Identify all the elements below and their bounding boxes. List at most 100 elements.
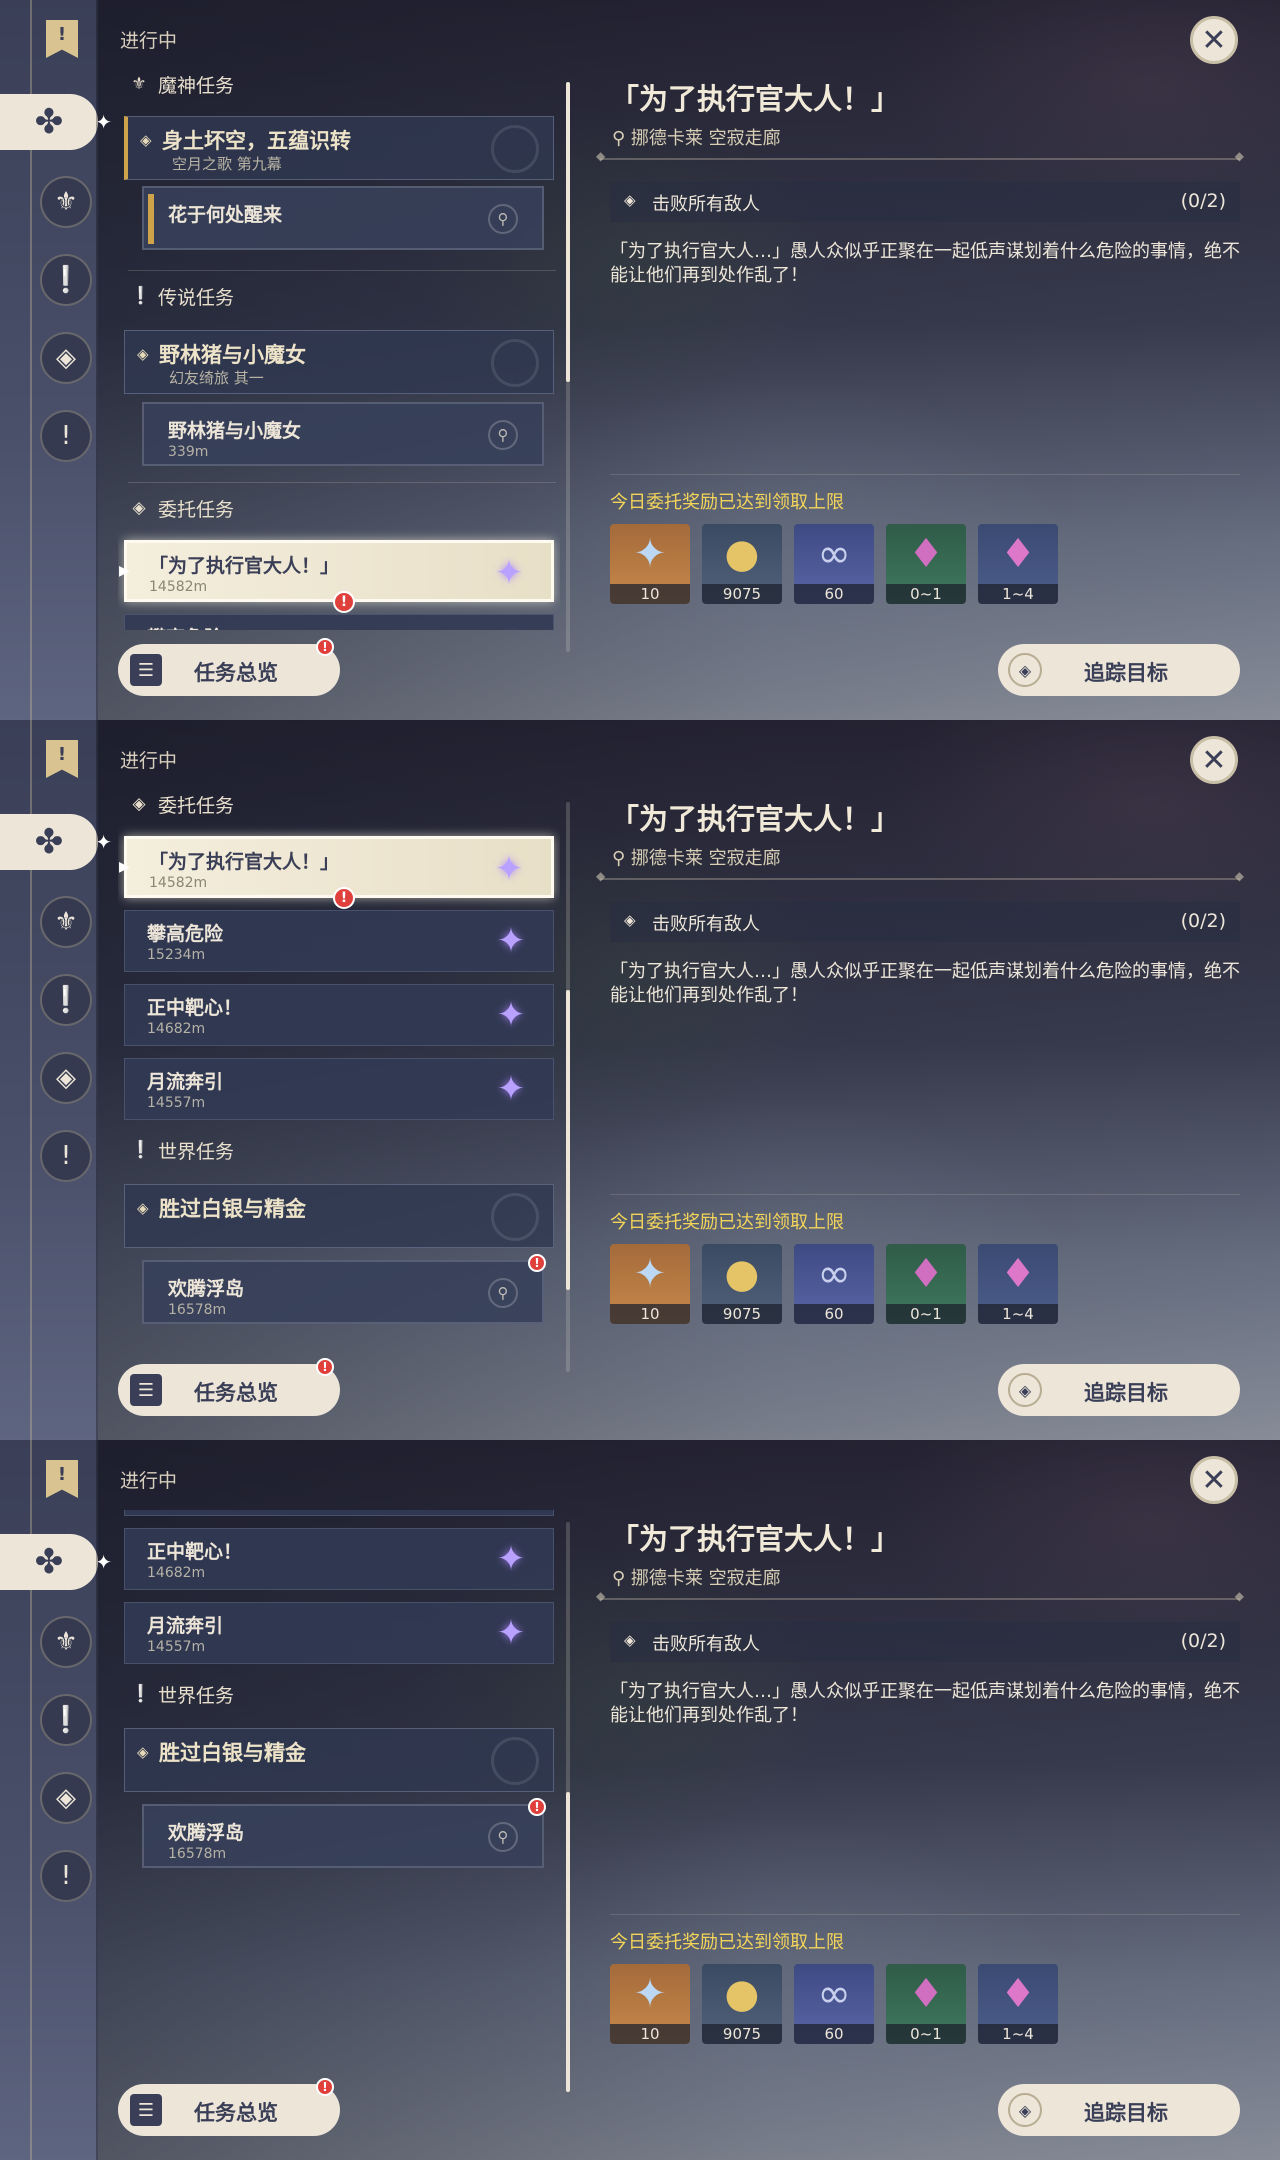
rail-tab-commission[interactable]: ✤ bbox=[0, 1534, 112, 1590]
reward-item[interactable]: ♦ 1~4 bbox=[978, 524, 1058, 604]
scrollbar-thumb[interactable] bbox=[566, 1792, 570, 2092]
track-target-button[interactable]: ◈ 追踪目标 bbox=[998, 644, 1240, 696]
rail-tab-event[interactable]: ! bbox=[40, 1850, 92, 1902]
journal-icon: ☰ bbox=[130, 654, 162, 686]
quest-screen: ! ✤ ⚜ ❕ ◈ ! 进行中 ⚜魔神任务 ◈ 身土坏空，五蕴识转 空月之歌 第… bbox=[0, 1440, 1280, 2160]
rail-tab-archon[interactable]: ⚜ bbox=[40, 1616, 92, 1668]
commission-item-selected[interactable]: ▶ 「为了执行官大人！」 14582m ✦ ! bbox=[119, 540, 554, 613]
reward-item[interactable]: ● 9075 bbox=[702, 1244, 782, 1324]
close-button[interactable]: ✕ bbox=[1190, 1456, 1238, 1504]
scrollbar-thumb[interactable] bbox=[566, 990, 570, 1290]
reward-limit-note: 今日委托奖励已达到领取上限 bbox=[610, 1212, 844, 1233]
commission-item[interactable]: 月流奔引 14557m ✦ bbox=[124, 1602, 554, 1664]
reward-item[interactable]: ♦ 1~4 bbox=[978, 1244, 1058, 1324]
quest-list-scrollbar[interactable] bbox=[566, 802, 570, 1372]
quest-diamond-icon: ◈ bbox=[137, 1743, 149, 1761]
reward-item[interactable]: ● 9075 bbox=[702, 1964, 782, 2044]
quest-overview-button[interactable]: ☰ 任务总览 ! bbox=[118, 1358, 340, 1416]
journal-icon: ☰ bbox=[130, 2094, 162, 2126]
rail-tab-archon[interactable]: ⚜ bbox=[40, 176, 92, 228]
crystal-green-icon: ♦ bbox=[908, 1251, 944, 1297]
category-legend: ❕ 传说任务 bbox=[130, 286, 235, 309]
track-target-button[interactable]: ◈ 追踪目标 bbox=[998, 2084, 1240, 2136]
rail-tab-event[interactable]: ! bbox=[40, 1130, 92, 1182]
location-pin-icon[interactable]: ⚲ bbox=[488, 204, 518, 234]
rail-tab-legend[interactable]: ❕ bbox=[40, 254, 92, 306]
detail-location: ⚲ 挪德卡莱 空寂走廊 bbox=[612, 848, 781, 869]
commission-item[interactable]: 月流奔引 14557m ✦ bbox=[124, 1058, 554, 1120]
scrollbar-thumb[interactable] bbox=[566, 82, 570, 382]
legend-quest-header[interactable]: ◈ 野林猪与小魔女 幻友绮旅 其一 bbox=[124, 330, 554, 394]
detail-location: ⚲ 挪德卡莱 空寂走廊 bbox=[612, 128, 781, 149]
reward-item[interactable]: ♦ 0~1 bbox=[886, 524, 966, 604]
reward-item[interactable]: ∞ 60 bbox=[794, 524, 874, 604]
world-quest-step[interactable]: 欢腾浮岛 16578m ⚲ ! bbox=[142, 1798, 546, 1868]
legend-quest-icon: ❕ bbox=[49, 265, 83, 295]
in-progress-label: 进行中 bbox=[120, 30, 178, 52]
quest-list-scrollbar[interactable] bbox=[566, 1522, 570, 2092]
commission-item[interactable]: 攀高危险 15234m ✦ bbox=[124, 910, 554, 972]
world-quest-header[interactable]: ◈ 胜过白银与精金 bbox=[124, 1184, 554, 1248]
commission-item[interactable]: 正中靶心！ 14682m ✦ bbox=[124, 1528, 554, 1590]
reward-item[interactable]: ✦ 10 bbox=[610, 524, 690, 604]
objective-diamond-icon: ◈ bbox=[624, 911, 636, 929]
rail-tab-world[interactable]: ◈ bbox=[40, 332, 92, 384]
location-pin-icon[interactable]: ⚲ bbox=[488, 1822, 518, 1852]
world-quest-header[interactable]: ◈ 胜过白银与精金 bbox=[124, 1728, 554, 1792]
rail-tab-commission[interactable]: ✤ bbox=[0, 814, 112, 870]
objective-progress: (0/2) bbox=[1180, 910, 1226, 932]
legend-quest-step[interactable]: 野林猪与小魔女 339m ⚲ bbox=[142, 402, 544, 466]
reward-item[interactable]: ♦ 1~4 bbox=[978, 1964, 1058, 2044]
commission-item-selected[interactable]: ▶ 「为了执行官大人！」 14582m ✦ ! bbox=[119, 836, 554, 909]
quest-overview-button[interactable]: ☰ 任务总览 ! bbox=[118, 2078, 340, 2136]
reward-item[interactable]: ♦ 0~1 bbox=[886, 1244, 966, 1324]
archon-quest-step[interactable]: 花于何处醒来 ⚲ bbox=[142, 186, 544, 250]
quest-screen: ! ✤ ⚜ ❕ ◈ ! 进行中 ⚜魔神任务 ◈ 身土坏空，五蕴识转 空月之歌 第… bbox=[0, 0, 1280, 720]
commission-item[interactable]: 攀高危险 15234m ✦ bbox=[124, 614, 554, 630]
reward-item[interactable]: ✦ 10 bbox=[610, 1964, 690, 2044]
companionship-exp-icon: ∞ bbox=[817, 1971, 851, 2017]
quest-list: ⚜魔神任务 ◈ 身土坏空，五蕴识转 空月之歌 第九幕 花于何处醒来 ⚲ ❕传说任… bbox=[118, 1510, 560, 2070]
watermark-emblem-icon bbox=[491, 1737, 539, 1785]
rail-tab-world[interactable]: ◈ bbox=[40, 1772, 92, 1824]
commission-star-icon: ✦ bbox=[496, 1613, 526, 1653]
rail-tab-world[interactable]: ◈ bbox=[40, 1052, 92, 1104]
archon-quest-icon: ⚜ bbox=[54, 187, 78, 217]
reward-item[interactable]: ♦ 0~1 bbox=[886, 1964, 966, 2044]
commission-icon: ✤ bbox=[34, 1542, 64, 1582]
quest-type-rail: ! ✤ ⚜ ❕ ◈ ! bbox=[0, 0, 112, 720]
category-archon: ⚜ 魔神任务 bbox=[131, 74, 235, 97]
reward-item[interactable]: ∞ 60 bbox=[794, 1244, 874, 1324]
location-pin-icon[interactable]: ⚲ bbox=[488, 420, 518, 450]
quest-type-rail: ! ✤ ⚜ ❕ ◈ ! bbox=[0, 720, 112, 1440]
rail-tab-event[interactable]: ! bbox=[40, 410, 92, 462]
commission-item[interactable]: 攀高危险 15234m ✦ bbox=[124, 1510, 554, 1516]
world-quest-step[interactable]: 欢腾浮岛 16578m ⚲ ! bbox=[142, 1254, 546, 1324]
commission-item[interactable]: 正中靶心！ 14682m ✦ bbox=[124, 984, 554, 1046]
objective-diamond-icon: ◈ bbox=[624, 1631, 636, 1649]
quest-list: ⚜魔神任务 ◈ 身土坏空，五蕴识转 空月之歌 第九幕 花于何处醒来 ⚲ ❕传说任… bbox=[118, 70, 560, 630]
rail-tab-legend[interactable]: ❕ bbox=[40, 974, 92, 1026]
rail-tab-commission[interactable]: ✤ bbox=[0, 94, 112, 150]
archon-quest-header[interactable]: ◈ 身土坏空，五蕴识转 空月之歌 第九幕 bbox=[124, 116, 554, 180]
close-button[interactable]: ✕ bbox=[1190, 736, 1238, 784]
bookmark-icon: ! bbox=[46, 20, 78, 58]
track-target-button[interactable]: ◈ 追踪目标 bbox=[998, 1364, 1240, 1416]
quest-diamond-icon: ◈ bbox=[137, 1199, 149, 1217]
rail-tab-legend[interactable]: ❕ bbox=[40, 1694, 92, 1746]
reward-item[interactable]: ✦ 10 bbox=[610, 1244, 690, 1324]
archon-quest-icon: ⚜ bbox=[54, 1627, 78, 1657]
location-pin-icon[interactable]: ⚲ bbox=[488, 1278, 518, 1308]
rail-tab-archon[interactable]: ⚜ bbox=[40, 896, 92, 948]
close-button[interactable]: ✕ bbox=[1190, 16, 1238, 64]
detail-separator bbox=[596, 149, 1244, 163]
exclamation-icon: ! bbox=[60, 1861, 72, 1891]
legend-quest-icon: ❕ bbox=[49, 985, 83, 1015]
reward-item[interactable]: ● 9075 bbox=[702, 524, 782, 604]
objective-progress: (0/2) bbox=[1180, 1630, 1226, 1652]
quest-detail: 「为了执行官大人！」 ⚲ 挪德卡莱 空寂走廊 ◈ 击败所有敌人 (0/2) 「为… bbox=[596, 1440, 1244, 2160]
mora-icon: ● bbox=[724, 531, 760, 577]
quest-overview-button[interactable]: ☰ 任务总览 ! bbox=[118, 638, 340, 696]
quest-list-scrollbar[interactable] bbox=[566, 82, 570, 652]
reward-item[interactable]: ∞ 60 bbox=[794, 1964, 874, 2044]
